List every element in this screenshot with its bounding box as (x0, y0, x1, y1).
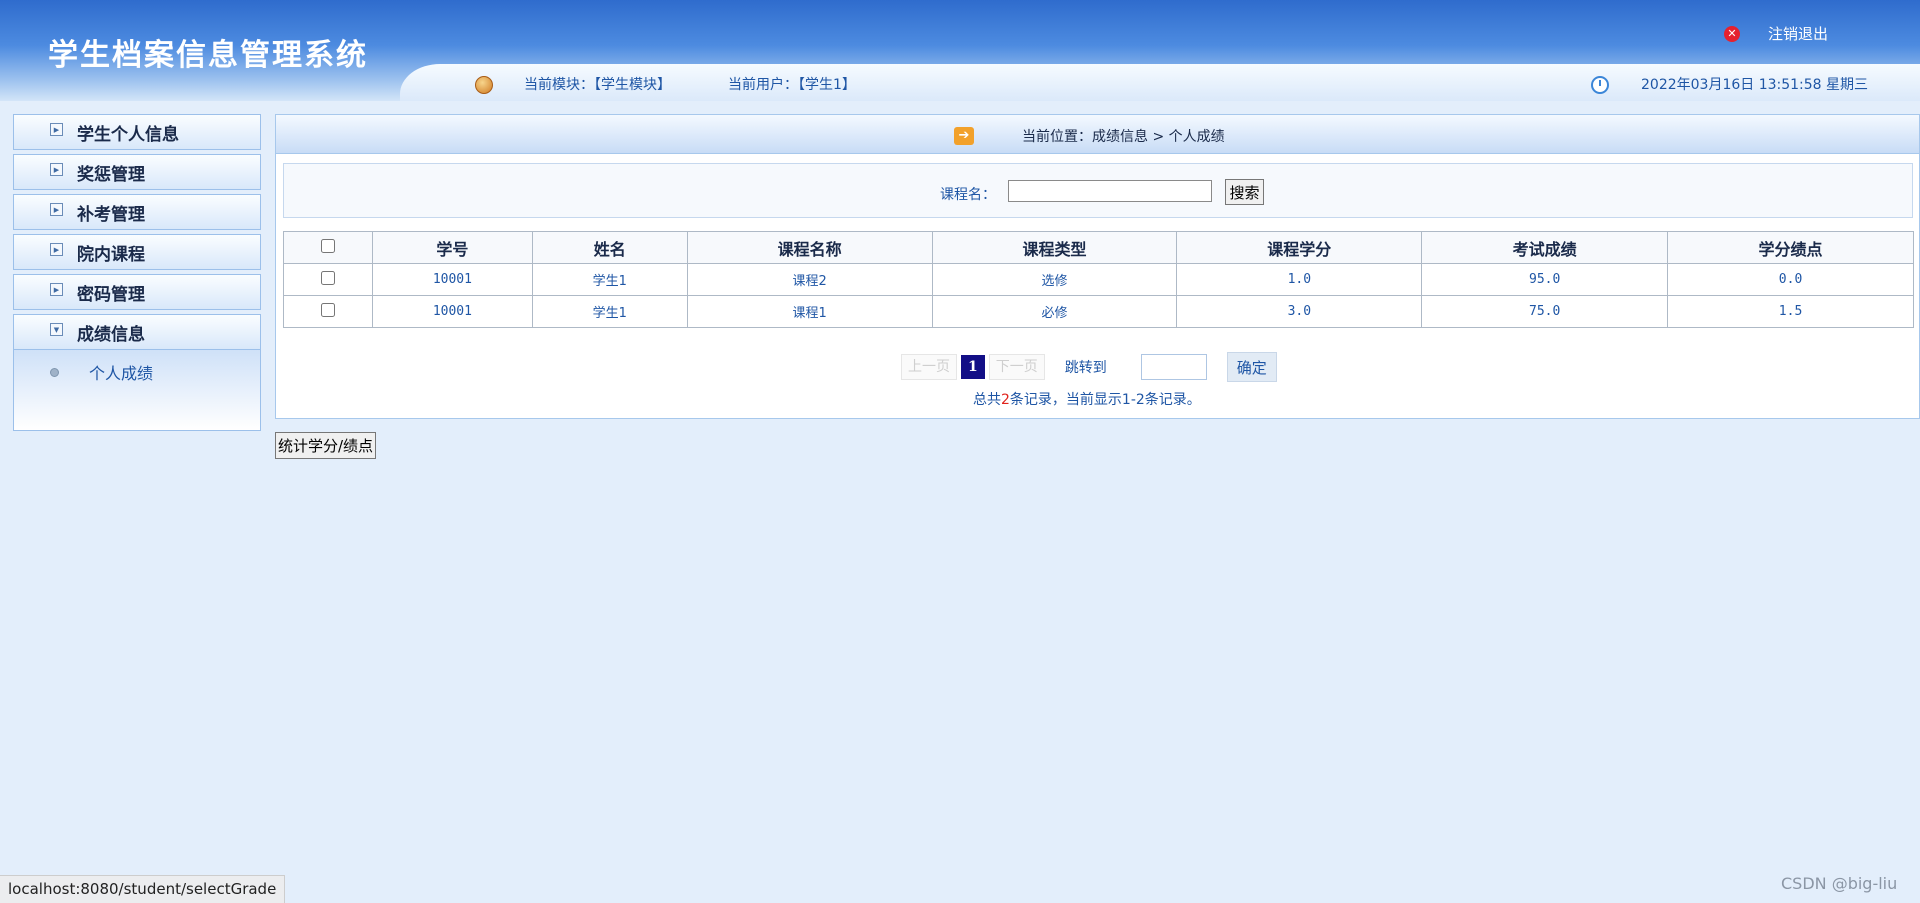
row-select-cell (283, 295, 373, 328)
table-cell: 必修 (931, 295, 1178, 328)
table-cell: 10001 (371, 263, 533, 296)
current-user: 当前用户：【学生1】 (728, 77, 856, 93)
column-header: 学号 (371, 231, 533, 264)
sidebar-item-label: 补考管理 (77, 204, 145, 225)
table-cell: 3.0 (1176, 295, 1423, 328)
app-header: 学生档案信息管理系统 当前模块：【学生模块】 当前用户：【学生1】 2022年0… (0, 0, 1920, 101)
user-icon (475, 76, 493, 94)
table-cell: 学生1 (531, 295, 688, 328)
collapse-icon: ▼ (50, 322, 63, 336)
expand-icon: ▶ (50, 202, 63, 216)
course-name-input[interactable] (1008, 180, 1212, 202)
table-cell: 课程2 (686, 263, 933, 296)
sidebar-subitem-personal-grades[interactable]: 个人成绩 (50, 360, 153, 384)
clock-icon (1591, 76, 1609, 94)
info-bar: 当前模块：【学生模块】 当前用户：【学生1】 2022年03月16日 13:51… (400, 64, 1920, 101)
app-title: 学生档案信息管理系统 (48, 38, 368, 73)
record-count: 2 (1001, 392, 1010, 408)
prev-page-button[interactable]: 上一页 (901, 354, 957, 380)
row-checkbox[interactable] (320, 270, 335, 285)
column-header: 姓名 (531, 231, 688, 264)
sidebar-item-label: 奖惩管理 (77, 164, 145, 185)
bullet-icon (50, 367, 59, 377)
sidebar-item-label: 密码管理 (77, 284, 145, 305)
sidebar-item-label: 成绩信息 (77, 324, 145, 345)
column-header: 课程名称 (686, 231, 933, 264)
table-cell: 选修 (931, 263, 1178, 296)
summary-prefix: 总共 (973, 392, 1001, 408)
sidebar-item-student-info[interactable]: ▶ 学生个人信息 (13, 114, 261, 150)
search-label: 课程名： (940, 187, 996, 203)
table-row: 10001 学生1 课程1 必修 3.0 75.0 1.5 (283, 295, 1914, 328)
main-panel: ➔ 当前位置：成绩信息 > 个人成绩 课程名： 搜索 学号 姓名 课程名称 课程… (275, 114, 1920, 419)
sidebar-subitem-label: 个人成绩 (89, 364, 154, 383)
watermark: CSDN @big-liu (1781, 874, 1898, 893)
sidebar-item-label: 院内课程 (77, 244, 145, 265)
expand-icon: ▶ (50, 282, 63, 296)
row-checkbox[interactable] (320, 302, 335, 317)
column-header: 课程类型 (931, 231, 1178, 264)
table-cell: 课程1 (686, 295, 933, 328)
sidebar-item-grades[interactable]: ▼ 成绩信息 (13, 314, 261, 350)
column-header: 学分绩点 (1667, 231, 1914, 264)
expand-icon: ▶ (50, 122, 63, 136)
table-row: 10001 学生1 课程2 选修 1.0 95.0 0.0 (283, 263, 1914, 296)
column-header: 课程学分 (1176, 231, 1423, 264)
confirm-button[interactable]: 确定 (1226, 352, 1277, 382)
column-header: 考试成绩 (1421, 231, 1669, 264)
table-cell: 95.0 (1421, 263, 1669, 296)
table-header-row: 学号 姓名 课程名称 课程类型 课程学分 考试成绩 学分绩点 (283, 231, 1914, 264)
pagination: 上一页 1 下一页 跳转到 确定 (901, 352, 1277, 382)
search-button[interactable]: 搜索 (1225, 179, 1264, 205)
sidebar: ▶ 学生个人信息 ▶ 奖惩管理 ▶ 补考管理 ▶ 院内课程 ▶ 密码管理 ▼ 成… (13, 114, 261, 431)
grades-table: 学号 姓名 课程名称 课程类型 课程学分 考试成绩 学分绩点 10001 学生1… (283, 231, 1914, 328)
compute-gpa-button[interactable]: 统计学分/绩点 (275, 432, 377, 459)
logout-link[interactable]: ✕ 注销退出 (1724, 23, 1828, 44)
grades-submenu: 个人成绩 (13, 350, 261, 431)
close-icon: ✕ (1724, 25, 1740, 42)
logout-label: 注销退出 (1768, 25, 1829, 43)
sidebar-item-makeup-exam[interactable]: ▶ 补考管理 (13, 194, 261, 230)
sidebar-item-label: 学生个人信息 (77, 124, 179, 145)
jump-page-input[interactable] (1140, 354, 1207, 380)
summary-suffix: 条记录，当前显示1-2条记录。 (1009, 392, 1201, 408)
breadcrumb: 当前位置：成绩信息 > 个人成绩 (1022, 129, 1225, 145)
next-page-button[interactable]: 下一页 (988, 354, 1045, 380)
select-all-checkbox[interactable] (320, 239, 335, 253)
current-datetime: 2022年03月16日 13:51:58 星期三 (1641, 77, 1869, 93)
table-cell: 1.5 (1667, 295, 1914, 328)
table-cell: 75.0 (1421, 295, 1669, 328)
select-all-cell (283, 231, 373, 264)
table-cell: 1.0 (1176, 263, 1423, 296)
current-page[interactable]: 1 (961, 355, 985, 379)
table-cell: 0.0 (1667, 263, 1914, 296)
search-panel: 课程名： 搜索 (283, 163, 1913, 218)
breadcrumb-bar: ➔ 当前位置：成绩信息 > 个人成绩 (276, 115, 1919, 154)
table-cell: 10001 (371, 295, 533, 328)
current-module: 当前模块：【学生模块】 (524, 77, 671, 93)
row-select-cell (283, 263, 373, 296)
record-summary: 总共2条记录，当前显示1-2条记录。 (973, 389, 1201, 409)
expand-icon: ▶ (50, 242, 63, 256)
expand-icon: ▶ (50, 162, 63, 176)
jump-label: 跳转到 (1064, 360, 1107, 376)
browser-status-bar: localhost:8080/student/selectGrade (0, 875, 286, 903)
sidebar-item-password[interactable]: ▶ 密码管理 (13, 274, 261, 310)
sidebar-item-rewards[interactable]: ▶ 奖惩管理 (13, 154, 261, 190)
table-cell: 学生1 (531, 263, 688, 296)
arrow-right-icon: ➔ (954, 127, 974, 145)
sidebar-item-courses[interactable]: ▶ 院内课程 (13, 234, 261, 270)
